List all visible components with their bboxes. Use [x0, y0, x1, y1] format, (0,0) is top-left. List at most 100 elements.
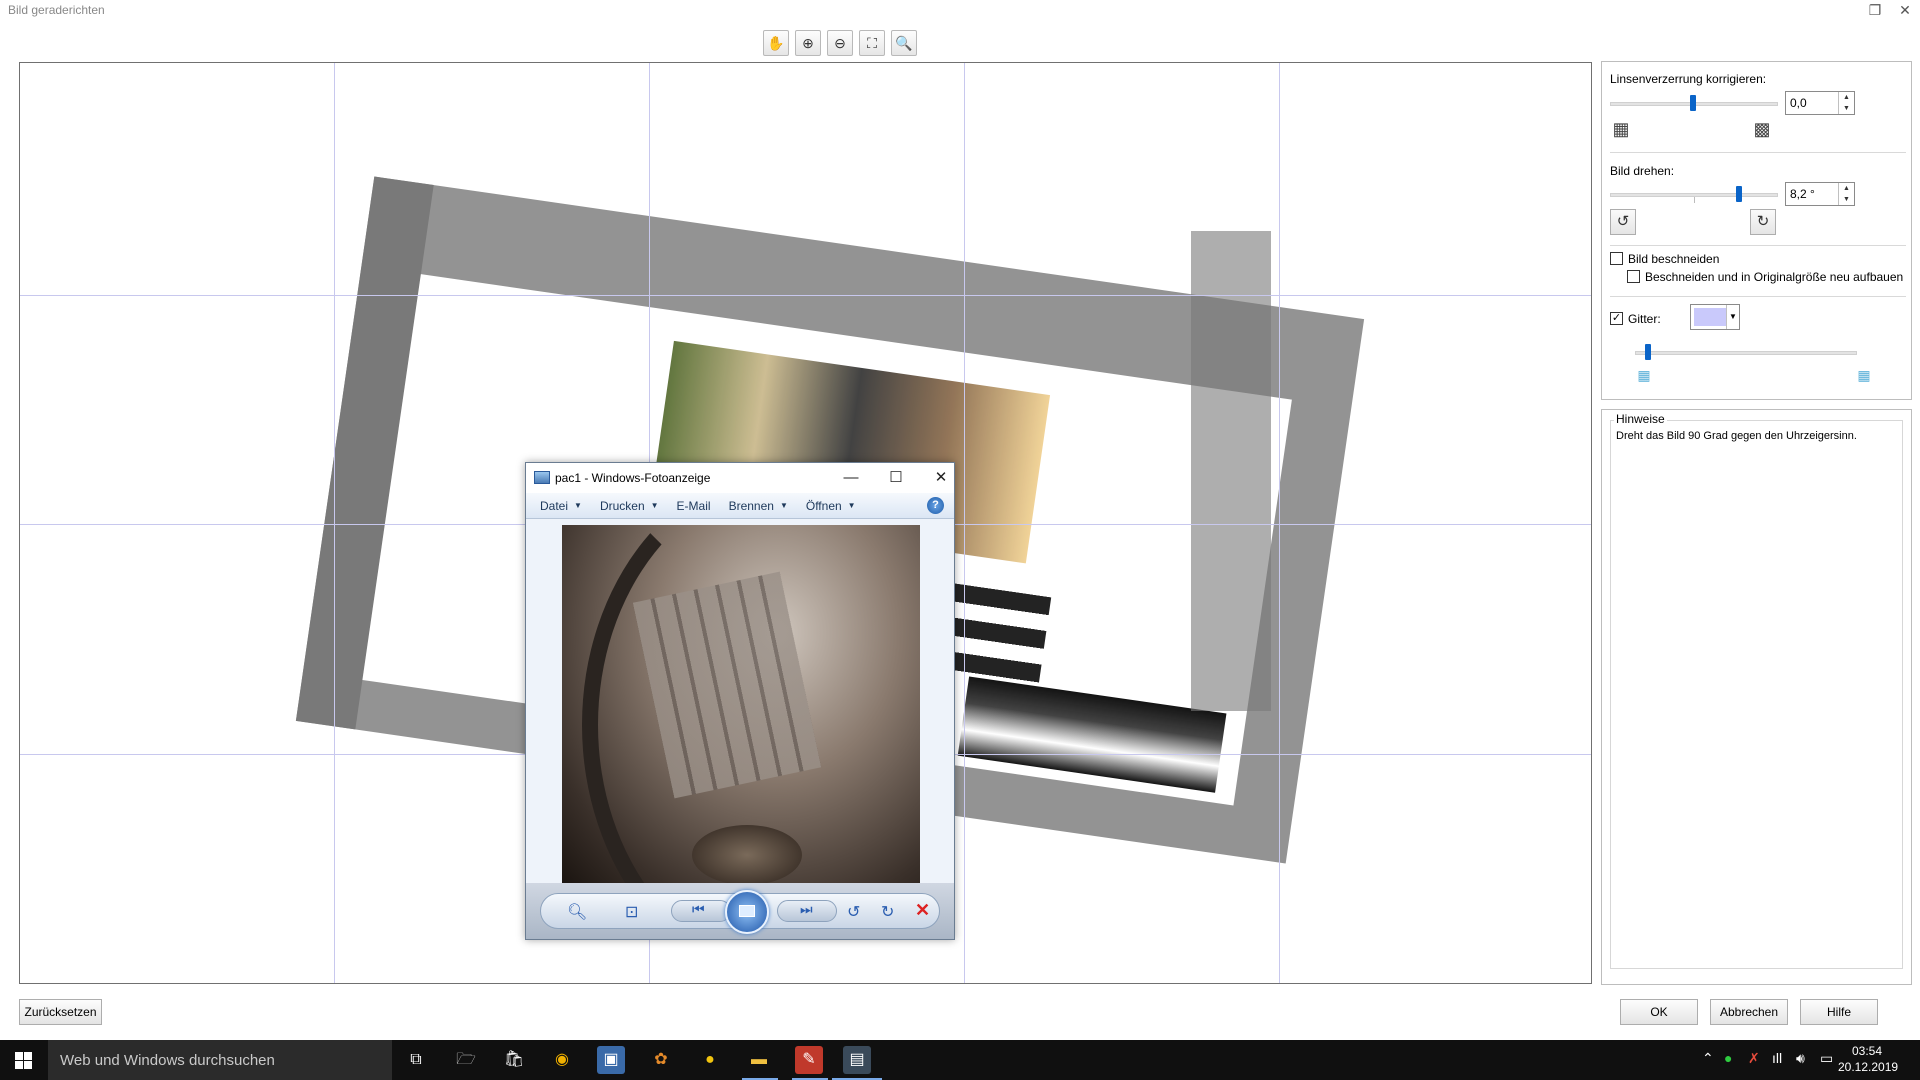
- zoom-in-icon[interactable]: ⊕: [795, 30, 821, 56]
- rotate-label: Bild drehen:: [1610, 164, 1675, 178]
- menu-datei[interactable]: Datei ▼: [540, 499, 582, 513]
- spin-arrows-icon[interactable]: ▲ ▼: [1838, 92, 1854, 114]
- crop-resize-label: Beschneiden und in Originalgröße neu auf…: [1645, 270, 1904, 284]
- actual-size-icon[interactable]: ⊡: [625, 902, 638, 922]
- lens-spinbox[interactable]: 0,0 ▲ ▼: [1785, 91, 1855, 115]
- signal-icon[interactable]: ıll: [1772, 1050, 1782, 1066]
- store-icon[interactable]: 🛍: [500, 1046, 528, 1074]
- crop-label: Bild beschneiden: [1628, 252, 1720, 266]
- grid-line: [964, 63, 965, 983]
- zoom-out-icon[interactable]: ⊖: [827, 30, 853, 56]
- tray-chevron-up-icon[interactable]: ⌃: [1702, 1050, 1714, 1067]
- title-bar: Bild geraderichten ❐ ✕: [0, 0, 1920, 22]
- grid-line: [20, 295, 1591, 296]
- rotate-right-icon[interactable]: ↻: [881, 902, 894, 922]
- chevron-down-icon[interactable]: ▼: [1726, 305, 1739, 329]
- grid-size-slider-thumb[interactable]: [1645, 344, 1651, 360]
- rotate-value: 8,2 °: [1790, 187, 1815, 201]
- task-view-icon[interactable]: ⧉: [402, 1046, 430, 1074]
- actual-size-icon[interactable]: 🔍: [891, 30, 917, 56]
- chevron-down-icon: ▼: [650, 501, 659, 510]
- grid-color-swatch: [1694, 308, 1726, 326]
- hints-panel: Hinweise Dreht das Bild 90 Grad gegen de…: [1601, 409, 1912, 985]
- volume-icon[interactable]: 🔊︎: [1796, 1050, 1805, 1067]
- crop-checkbox[interactable]: [1610, 252, 1623, 265]
- picasa-icon[interactable]: ✿: [647, 1046, 675, 1074]
- grid-checkbox[interactable]: ✓: [1610, 312, 1623, 325]
- minimize-icon[interactable]: —: [837, 467, 865, 489]
- help-button[interactable]: Hilfe: [1800, 999, 1878, 1025]
- maximize-icon[interactable]: ☐: [882, 467, 910, 489]
- previous-button[interactable]: ⏮: [671, 900, 731, 922]
- window-title: Bild geraderichten: [8, 3, 105, 17]
- grid-line: [1279, 63, 1280, 983]
- grid-label: Gitter:: [1628, 312, 1661, 326]
- file-explorer-icon[interactable]: ▬: [745, 1046, 773, 1074]
- photo-viewer-control-bar: 🔍︎ ⊡ ⏮ ⏭ ↺ ↻ ✕: [540, 890, 940, 934]
- rotate-right-icon[interactable]: ↻: [1757, 213, 1770, 230]
- photo-viewer-icon[interactable]: ▤: [843, 1046, 871, 1074]
- rotate-spinbox[interactable]: 8,2 ° ▲ ▼: [1785, 182, 1855, 206]
- chevron-down-icon: ▼: [779, 501, 788, 510]
- lens-value: 0,0: [1790, 96, 1807, 110]
- hints-box: [1610, 420, 1903, 969]
- rotate-left-icon[interactable]: ↺: [847, 902, 860, 922]
- folder-icon[interactable]: 🗁: [452, 1046, 480, 1074]
- taskbar-clock[interactable]: 03:54 20.12.2019: [1838, 1043, 1899, 1075]
- rotate-left-button[interactable]: ↺: [1610, 209, 1636, 235]
- photo-viewer-title: pac1 - Windows-Fotoanzeige: [555, 471, 711, 485]
- fit-window-icon[interactable]: ⛶: [859, 30, 885, 56]
- menu-email[interactable]: E-Mail: [677, 499, 711, 513]
- photo-viewer-app-icon: [534, 471, 550, 484]
- photo-viewer-window[interactable]: pac1 - Windows-Fotoanzeige — ☐ ✕ Datei ▼ …: [525, 462, 955, 940]
- hints-text: Dreht das Bild 90 Grad gegen den Uhrzeig…: [1616, 430, 1857, 442]
- editor-icon[interactable]: ✎: [795, 1046, 823, 1074]
- menu-oeffnen[interactable]: Öffnen ▼: [806, 499, 856, 513]
- zoom-icon[interactable]: 🔍︎: [567, 902, 587, 922]
- spin-arrows-icon[interactable]: ▲ ▼: [1838, 183, 1854, 205]
- windows-start-icon[interactable]: [0, 1040, 48, 1080]
- reset-button[interactable]: Zurücksetzen: [19, 999, 102, 1025]
- taskbar-search-placeholder: Web und Windows durchsuchen: [60, 1052, 275, 1069]
- previous-icon: ⏮: [692, 901, 705, 917]
- rotate-right-button[interactable]: ↻: [1750, 209, 1776, 235]
- menu-drucken[interactable]: Drucken ▼: [600, 499, 659, 513]
- lens-slider-thumb[interactable]: [1690, 95, 1696, 111]
- slideshow-button[interactable]: [725, 890, 769, 934]
- lens-label: Linsenverzerrung korrigieren:: [1610, 72, 1767, 86]
- close-icon[interactable]: ✕: [1890, 0, 1920, 22]
- rotate-left-icon: ↺: [1616, 213, 1630, 230]
- notification-icon[interactable]: ▭: [1820, 1050, 1833, 1067]
- app-icon[interactable]: ◉: [548, 1046, 576, 1074]
- help-icon[interactable]: ?: [927, 497, 944, 514]
- photo-hub: [692, 825, 802, 883]
- slider-tick: [1694, 197, 1695, 203]
- taskbar-search-box[interactable]: Web und Windows durchsuchen: [48, 1040, 392, 1080]
- hints-title: Hinweise: [1614, 412, 1667, 426]
- ok-button[interactable]: OK: [1620, 999, 1698, 1025]
- grid-large-icon: ▦: [1857, 367, 1871, 383]
- grid-color-picker[interactable]: ▼: [1690, 304, 1740, 330]
- network-warning-icon[interactable]: ✗: [1748, 1050, 1760, 1067]
- menu-brennen[interactable]: Brennen ▼: [729, 499, 788, 513]
- close-icon[interactable]: ✕: [927, 467, 955, 489]
- clock-date: 20.12.2019: [1838, 1060, 1899, 1074]
- photo-viewer-controls: 🔍︎ ⊡ ⏮ ⏭ ↺ ↻ ✕: [526, 883, 954, 939]
- rotate-slider-thumb[interactable]: [1736, 186, 1742, 202]
- chrome-icon[interactable]: ●: [696, 1046, 724, 1074]
- next-icon: ⏭: [800, 901, 813, 917]
- delete-icon[interactable]: ✕: [915, 900, 930, 921]
- slideshow-icon: [739, 905, 755, 917]
- taskbar: Web und Windows durchsuchen ⧉ 🗁 🛍 ◉ ▣ ✿ …: [0, 1040, 1920, 1080]
- chevron-down-icon: ▼: [574, 501, 582, 510]
- hand-icon[interactable]: ✋: [763, 30, 789, 56]
- crop-resize-checkbox[interactable]: [1627, 270, 1640, 283]
- grid-size-slider-track[interactable]: [1635, 351, 1857, 355]
- next-button[interactable]: ⏭: [777, 900, 837, 922]
- image-dark-strip: [957, 676, 1227, 793]
- security-icon[interactable]: ●: [1724, 1050, 1732, 1066]
- photo-viewer-titlebar[interactable]: pac1 - Windows-Fotoanzeige — ☐ ✕: [526, 463, 954, 493]
- cancel-button[interactable]: Abbrechen: [1710, 999, 1788, 1025]
- media-icon[interactable]: ▣: [597, 1046, 625, 1074]
- restore-icon[interactable]: ❐: [1860, 0, 1890, 22]
